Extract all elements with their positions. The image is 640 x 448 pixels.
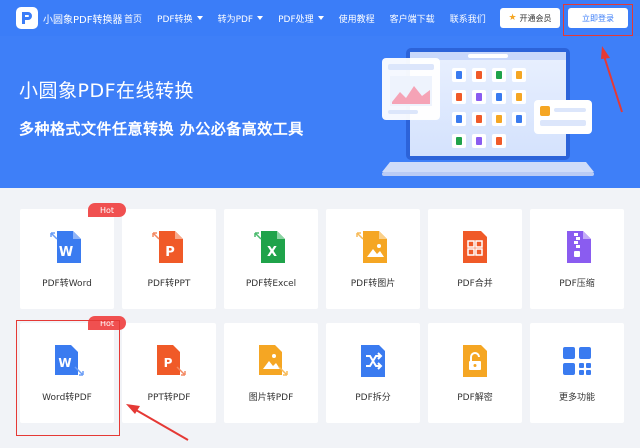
nav-tutorial[interactable]: 使用教程 — [339, 12, 375, 25]
tool-card-pdf-split[interactable]: PDF拆分 — [326, 323, 420, 423]
annotation-box-word-to-pdf — [16, 320, 120, 436]
hero-title: 小圆象PDF在线转换 — [19, 80, 195, 102]
more-apps-icon — [563, 347, 591, 375]
image-file-icon — [356, 231, 387, 263]
tool-card-label: PDF解密 — [457, 393, 493, 403]
nav-pdf-convert-label: PDF转换 — [157, 14, 193, 25]
svg-text:P: P — [165, 245, 175, 260]
image-to-pdf-icon — [259, 345, 288, 376]
tool-card-label: PDF转PPT — [147, 279, 191, 289]
word-file-icon: W — [50, 231, 81, 263]
nav-tutorial-label: 使用教程 — [338, 14, 375, 25]
chevron-down-icon — [196, 16, 203, 20]
nav-to-pdf[interactable]: 转为PDF — [218, 12, 264, 25]
excel-file-icon: X — [254, 231, 285, 263]
nav-home-label: 首页 — [124, 14, 143, 25]
svg-text:X: X — [267, 245, 277, 260]
vip-button-label: 开通会员 — [519, 13, 552, 23]
nav-home[interactable]: 首页 — [124, 12, 142, 25]
tool-card-pdf-to-excel[interactable]: X PDF转Excel — [224, 209, 318, 309]
main-nav: 首页 PDF转换 转为PDF PDF处理 使用教程 客户端下载 联系我们 — [124, 0, 501, 36]
tool-card-image-to-pdf[interactable]: 图片转PDF — [224, 323, 318, 423]
logo-text: 小圆象PDF转换器 — [43, 14, 123, 26]
tool-card-label: PPT转PDF — [147, 393, 191, 403]
ppt-to-pdf-icon: P — [157, 345, 186, 376]
nav-client-download[interactable]: 客户端下载 — [390, 12, 435, 25]
tool-card-pdf-compress[interactable]: PDF压缩 — [530, 209, 624, 309]
tool-card-label: PDF压缩 — [559, 279, 595, 289]
split-file-icon — [361, 345, 385, 377]
hot-badge: Hot — [88, 203, 126, 217]
tool-card-label: 图片转PDF — [248, 393, 294, 403]
nav-client-download-label: 客户端下载 — [389, 14, 435, 25]
nav-pdf-convert[interactable]: PDF转换 — [157, 12, 203, 25]
nav-pdf-process-label: PDF处理 — [278, 14, 314, 25]
hero-banner: 小圆象PDF在线转换 多种格式文件任意转换 办公必备高效工具 — [0, 36, 640, 188]
tool-card-label: PDF转Excel — [245, 279, 297, 289]
tool-card-pdf-to-image[interactable]: PDF转图片 — [326, 209, 420, 309]
merge-file-icon — [463, 231, 487, 263]
tool-card-ppt-to-pdf[interactable]: P PPT转PDF — [122, 323, 216, 423]
nav-contact-label: 联系我们 — [449, 14, 486, 25]
tool-card-pdf-merge[interactable]: PDF合并 — [428, 209, 522, 309]
logo-p-icon — [16, 7, 38, 29]
logo[interactable]: 小圆象PDF转换器 — [16, 7, 122, 29]
nav-pdf-process[interactable]: PDF处理 — [278, 12, 324, 25]
ppt-file-icon: P — [152, 231, 183, 263]
svg-text:P: P — [164, 356, 173, 370]
tool-card-more[interactable]: 更多功能 — [530, 323, 624, 423]
chevron-down-icon — [257, 16, 264, 20]
tool-card-label: PDF合并 — [457, 279, 493, 289]
hero-subtitle: 多种格式文件任意转换 办公必备高效工具 — [19, 120, 304, 138]
nav-contact[interactable]: 联系我们 — [450, 12, 486, 25]
nav-to-pdf-label: 转为PDF — [217, 14, 254, 25]
tool-card-label: PDF转图片 — [350, 279, 396, 289]
tool-card-pdf-to-word[interactable]: W PDF转Word — [20, 209, 114, 309]
zip-file-icon — [567, 231, 591, 263]
tool-card-label: PDF转Word — [42, 279, 92, 289]
tool-card-pdf-to-ppt[interactable]: P PDF转PPT — [122, 209, 216, 309]
svg-text:W: W — [59, 245, 73, 260]
chevron-down-icon — [317, 16, 324, 20]
tool-card-label: PDF拆分 — [355, 393, 391, 403]
vip-button[interactable]: ★ 开通会员 — [500, 8, 560, 28]
crown-icon: ★ — [508, 13, 517, 23]
tool-card-pdf-decrypt[interactable]: PDF解密 — [428, 323, 522, 423]
unlock-file-icon — [463, 345, 487, 377]
laptop-illustration — [382, 48, 594, 176]
tool-card-label: 更多功能 — [558, 393, 595, 403]
annotation-box-login — [563, 4, 633, 36]
top-nav-bar: 小圆象PDF转换器 首页 PDF转换 转为PDF PDF处理 使用教程 客户端下… — [0, 0, 640, 36]
